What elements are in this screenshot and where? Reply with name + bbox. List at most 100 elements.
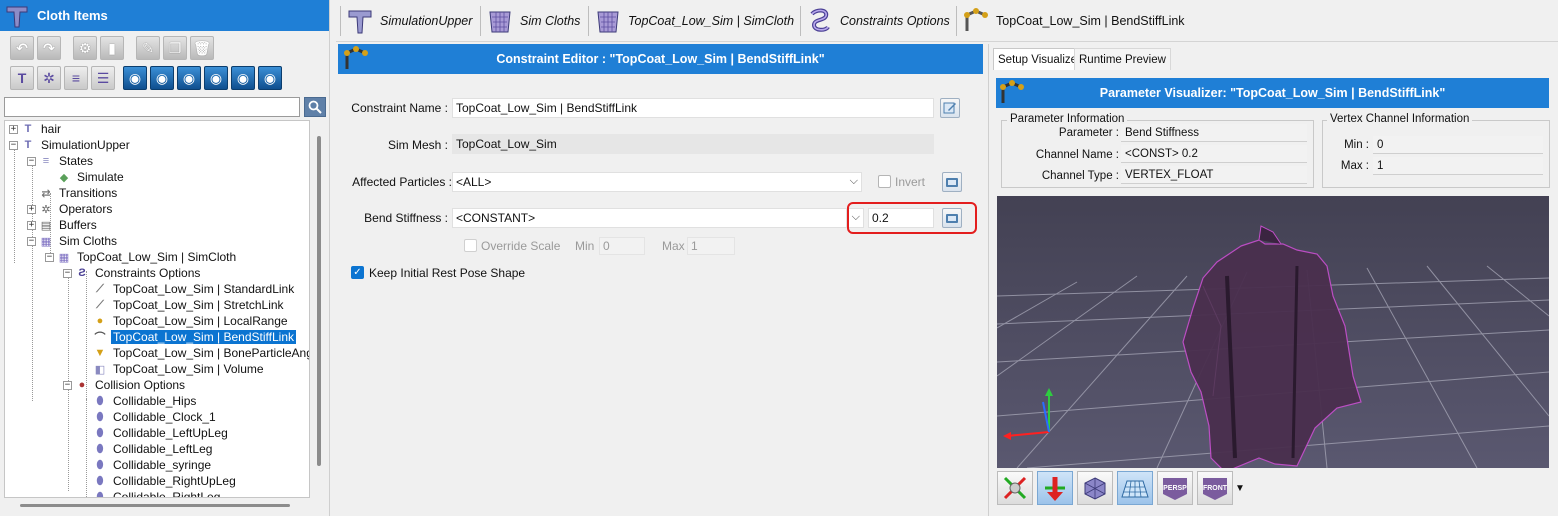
tab-simulation-upper[interactable]: SimulationUpper [346, 4, 472, 38]
max-field[interactable]: 1 [687, 237, 735, 255]
tree-item[interactable]: ⬮ Collidable_Hips [81, 393, 198, 409]
front-view-icon[interactable]: FRONT [1197, 471, 1233, 505]
invert-checkbox[interactable] [878, 175, 891, 188]
edit-icon[interactable]: ✎ [136, 36, 160, 60]
transitions-icon: ⇄ [41, 187, 51, 200]
parameter-info-title: Parameter Information [1007, 113, 1128, 125]
tree-expander[interactable]: − [9, 140, 18, 150]
tab-setup-visualizer[interactable]: Setup Visualizer [993, 48, 1086, 70]
tree-item-label: Collision Options [95, 378, 186, 392]
tree-item[interactable]: ⟋ TopCoat_Low_Sim | StandardLink [81, 281, 296, 297]
3d-viewport[interactable] [997, 196, 1549, 468]
tree-connector [81, 397, 90, 406]
vertex-min-label: Min : [1344, 139, 1369, 151]
keep-rest-pose-checkbox[interactable]: ✓ [351, 266, 364, 279]
undo-icon[interactable]: ↶ [10, 36, 34, 60]
tab-topcoat-simcloth[interactable]: TopCoat_Low_Sim | SimCloth [594, 4, 794, 38]
document-icon[interactable]: ▮ [100, 36, 124, 60]
tree-item[interactable]: − ▦ Sim Cloths [27, 233, 119, 249]
constraint-name-field[interactable]: TopCoat_Low_Sim | BendStiffLink [452, 98, 934, 118]
tree-item[interactable]: + ✲ Operators [27, 201, 114, 217]
tree-item[interactable]: ⇄ Transitions [27, 185, 119, 201]
tree-item[interactable]: − ▦ TopCoat_Low_Sim | SimCloth [45, 249, 238, 265]
override-scale-label: Override Scale [481, 239, 561, 253]
tree-expander[interactable]: − [63, 268, 72, 278]
cloth-icon: ▦ [58, 251, 70, 264]
tree-item[interactable]: ● TopCoat_Low_Sim | LocalRange [81, 313, 290, 329]
highlight-box [847, 202, 977, 234]
move-down-icon[interactable] [1037, 471, 1073, 505]
tree-item-label: Collidable_LeftLeg [113, 442, 213, 456]
tree-item[interactable]: − Ƨ Constraints Options [63, 265, 202, 281]
eye-figure-icon[interactable]: ◉ [150, 66, 174, 90]
tree-item[interactable]: ⬮ Collidable_Clock_1 [81, 409, 218, 425]
tree-item[interactable]: ⟋ TopCoat_Low_Sim | StretchLink [81, 297, 286, 313]
tab-runtime-preview[interactable]: Runtime Preview [1074, 48, 1171, 70]
cloth-icon [597, 11, 619, 33]
settings-icon[interactable]: ⚙ [73, 36, 97, 60]
transform-tool-icon[interactable] [997, 471, 1033, 505]
tree-expander[interactable]: − [27, 236, 36, 246]
copy-icon[interactable]: ❐ [163, 36, 187, 60]
bend-stiffness-mode-select[interactable]: <CONSTANT> [452, 208, 862, 228]
tree-item[interactable]: ⬮ Collidable_syringe [81, 457, 213, 473]
eye-figure2-icon[interactable]: ◉ [258, 66, 282, 90]
tree-item[interactable]: − ≡ States [27, 153, 95, 169]
mesh-cube-icon[interactable] [1077, 471, 1113, 505]
tree-expander[interactable]: + [27, 204, 36, 214]
tree-expander[interactable]: − [45, 252, 54, 262]
tree-item[interactable]: ◆ Simulate [45, 169, 126, 185]
collidable-icon: ⬮ [96, 458, 104, 471]
search-input[interactable] [4, 97, 300, 117]
tree-horizontal-scrollbar[interactable] [4, 500, 310, 512]
tree-item[interactable]: + ▤ Buffers [27, 217, 99, 233]
invert-label: Invert [895, 175, 926, 189]
constraint-editor-title: Constraint Editor : "TopCoat_Low_Sim | B… [496, 52, 825, 66]
eye-solid-icon[interactable]: ◉ [177, 66, 201, 90]
tree-expander[interactable]: − [27, 156, 36, 166]
tree-item[interactable]: ⬮ Collidable_LeftLeg [81, 441, 214, 457]
tree-item[interactable]: ⌒ TopCoat_Low_Sim | BendStiffLink [81, 329, 297, 345]
tree-item[interactable]: ◧ TopCoat_Low_Sim | Volume [81, 361, 266, 377]
tree-expander[interactable]: + [27, 220, 36, 230]
rename-button[interactable] [940, 98, 960, 118]
paint-particles-button[interactable] [942, 172, 962, 192]
stack-figure-icon[interactable]: ≡ [64, 66, 88, 90]
eye-grid-icon[interactable]: ◉ [123, 66, 147, 90]
search-button[interactable] [304, 97, 326, 117]
eye-cloth-icon[interactable]: ◉ [204, 66, 228, 90]
chevron-down-icon[interactable]: ▼ [1235, 483, 1245, 494]
tree-item[interactable]: − ● Collision Options [63, 377, 187, 393]
persp-view-icon[interactable]: PERSP [1157, 471, 1193, 505]
override-scale-checkbox[interactable] [464, 239, 477, 252]
tree-item[interactable]: ⬮ Collidable_RightUpLeg [81, 473, 238, 489]
tab-bendstifflink[interactable]: TopCoat_Low_Sim | BendStiffLink [962, 4, 1185, 38]
sim-cloths-icon: ▦ [40, 235, 52, 248]
tree-item[interactable]: ⬮ Collidable_LeftUpLeg [81, 425, 230, 441]
tree-vertical-scrollbar[interactable] [314, 120, 324, 498]
tree-expander[interactable]: − [63, 380, 72, 390]
channel-type-value: VERTEX_FLOAT [1121, 166, 1307, 184]
eye-pin-icon[interactable]: ◉ [231, 66, 255, 90]
collision-icon: ● [78, 379, 86, 391]
viewport-toolbar: PERSP FRONT ▼ [997, 470, 1245, 506]
tree-expander[interactable]: + [9, 124, 18, 134]
grid-floor-icon[interactable] [1117, 471, 1153, 505]
tree-item[interactable]: ▼ TopCoat_Low_Sim | BoneParticleAngl [81, 345, 309, 361]
tab-constraints-options[interactable]: Constraints Options [806, 4, 950, 38]
gear-figure-icon[interactable]: ✲ [37, 66, 61, 90]
tree-item[interactable]: ⬮ Collidable_RightLeg [81, 489, 222, 497]
tree-item[interactable]: − T SimulationUpper [9, 137, 132, 153]
vertex-max-label: Max : [1340, 160, 1369, 172]
min-field[interactable]: 0 [599, 237, 645, 255]
affected-particles-select[interactable]: <ALL> ⌵ [452, 172, 862, 192]
tree-connector [81, 429, 90, 438]
redo-icon[interactable]: ↷ [37, 36, 61, 60]
viewport-scene [997, 196, 1549, 468]
tab-sim-cloths[interactable]: Sim Cloths [486, 4, 580, 38]
figure-icon[interactable]: T [10, 66, 34, 90]
list-add-icon[interactable]: ☰ [91, 66, 115, 90]
tree-item[interactable]: + Thair [9, 121, 63, 137]
delete-icon[interactable]: 🗑 [190, 36, 214, 60]
channel-name-label: Channel Name : [1035, 149, 1119, 161]
